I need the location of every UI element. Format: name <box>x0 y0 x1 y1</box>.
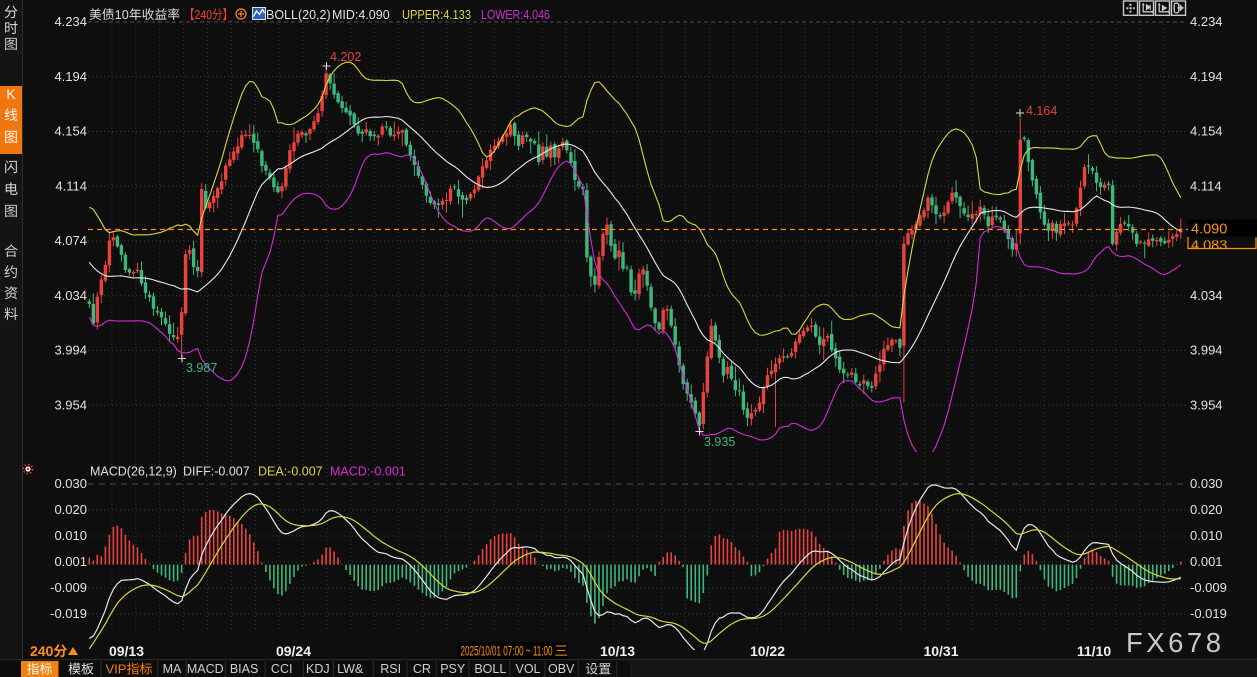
svg-text:CR: CR <box>413 662 431 676</box>
svg-text:LOWER:4.046: LOWER:4.046 <box>481 8 550 22</box>
svg-text:BOLL: BOLL <box>474 662 506 676</box>
svg-text:MACD:-0.001: MACD:-0.001 <box>330 465 406 479</box>
svg-text:MACD: MACD <box>187 662 224 676</box>
svg-text:-0.009: -0.009 <box>50 580 87 595</box>
svg-text:4.114: 4.114 <box>55 178 87 193</box>
svg-text:-0.019: -0.019 <box>50 606 87 621</box>
svg-text:2025/10/01 07:00 ~ 11:00: 2025/10/01 07:00 ~ 11:00 <box>461 644 553 659</box>
svg-text:3.994: 3.994 <box>1190 343 1223 358</box>
svg-text:4.164: 4.164 <box>1026 104 1057 118</box>
svg-text:0.001: 0.001 <box>1190 554 1223 569</box>
svg-text:4.090: 4.090 <box>1191 222 1227 238</box>
svg-text:4.194: 4.194 <box>54 69 87 84</box>
svg-text:OBV: OBV <box>548 662 575 676</box>
svg-text:4.034: 4.034 <box>54 288 87 303</box>
svg-text:4.114: 4.114 <box>1190 178 1222 193</box>
svg-text:0.020: 0.020 <box>54 502 87 517</box>
svg-text:10/22: 10/22 <box>750 643 785 659</box>
svg-text:10/31: 10/31 <box>923 643 958 659</box>
svg-text:09/24: 09/24 <box>276 643 311 659</box>
svg-text:3.994: 3.994 <box>54 343 87 358</box>
svg-text:0.030: 0.030 <box>54 476 87 491</box>
svg-text:4.034: 4.034 <box>1190 288 1223 303</box>
svg-text:DIFF:-0.007: DIFF:-0.007 <box>183 465 250 479</box>
svg-text:LW&: LW& <box>337 662 364 676</box>
svg-text:3.987: 3.987 <box>186 361 217 375</box>
svg-text:10/13: 10/13 <box>600 643 635 659</box>
svg-text:UPPER:4.133: UPPER:4.133 <box>402 8 471 22</box>
svg-text:4.154: 4.154 <box>54 124 87 139</box>
svg-text:0.010: 0.010 <box>54 528 87 543</box>
svg-text:KDJ: KDJ <box>306 662 330 676</box>
svg-text:MID:4.090: MID:4.090 <box>332 8 390 22</box>
svg-text:RSI: RSI <box>380 662 401 676</box>
svg-text:4.202: 4.202 <box>330 50 361 64</box>
svg-text:-0.009: -0.009 <box>1190 580 1227 595</box>
svg-text:MA: MA <box>163 662 182 676</box>
svg-text:MACD(26,12,9): MACD(26,12,9) <box>90 465 177 479</box>
svg-text:3.954: 3.954 <box>1190 397 1223 412</box>
svg-text:4.074: 4.074 <box>54 233 87 248</box>
svg-text:4.154: 4.154 <box>1190 124 1223 139</box>
svg-text:3.954: 3.954 <box>54 397 87 412</box>
svg-text:0.010: 0.010 <box>1190 528 1223 543</box>
svg-text:11/10: 11/10 <box>1077 643 1111 659</box>
svg-text:BIAS: BIAS <box>230 662 259 676</box>
svg-text:-0.019: -0.019 <box>1190 606 1227 621</box>
svg-text:PSY: PSY <box>440 662 466 676</box>
svg-text:FX678: FX678 <box>1126 627 1225 658</box>
svg-text:DEA:-0.007: DEA:-0.007 <box>258 465 323 479</box>
svg-text:0.020: 0.020 <box>1190 502 1223 517</box>
svg-text:VOL: VOL <box>515 662 540 676</box>
svg-text:09/13: 09/13 <box>109 643 144 659</box>
svg-text:0.001: 0.001 <box>54 554 87 569</box>
svg-text:4.234: 4.234 <box>54 14 87 29</box>
svg-text:BOLL(20,2): BOLL(20,2) <box>266 8 331 22</box>
svg-text:4.194: 4.194 <box>1190 69 1223 84</box>
svg-text:0.030: 0.030 <box>1190 476 1223 491</box>
svg-text:3.935: 3.935 <box>704 435 735 449</box>
svg-text:4.234: 4.234 <box>1190 14 1223 29</box>
svg-text:CCI: CCI <box>271 662 293 676</box>
